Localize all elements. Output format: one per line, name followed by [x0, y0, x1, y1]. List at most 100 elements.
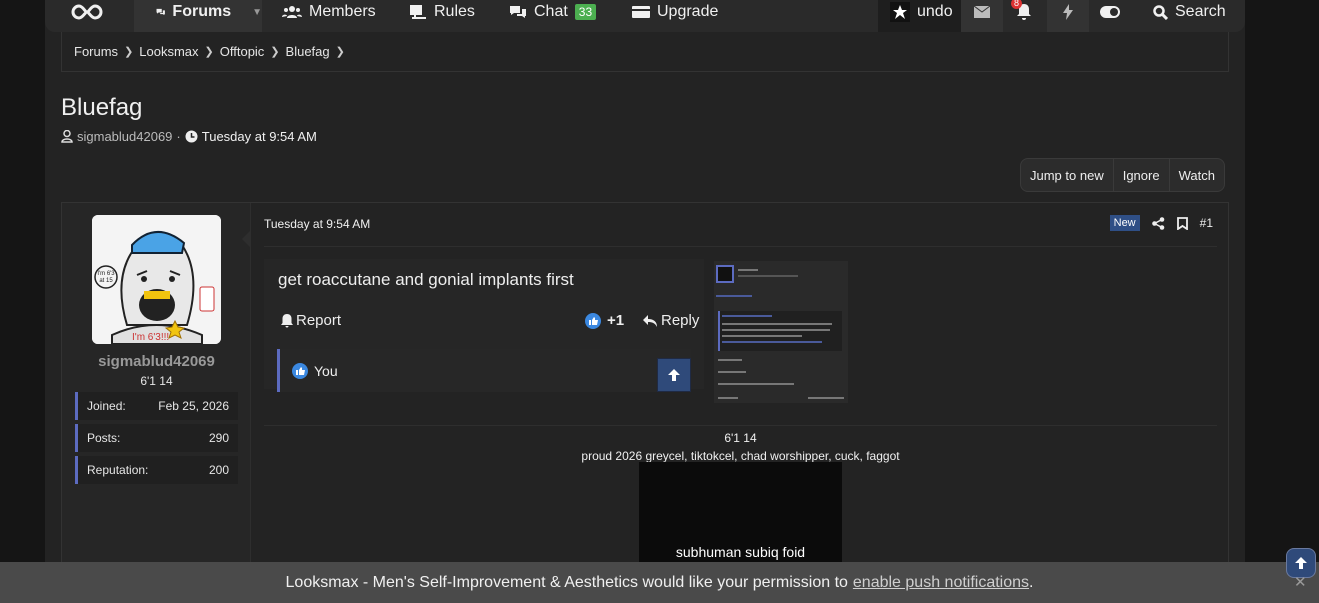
- search-icon: [1153, 4, 1168, 20]
- user-stat-posts: Posts: 290: [75, 424, 238, 452]
- avatar-bubble-text: at 15: [99, 278, 113, 284]
- theme-toggle[interactable]: [1090, 0, 1130, 32]
- post-username[interactable]: sigmablud42069: [62, 353, 251, 370]
- bookmark-icon[interactable]: [1176, 216, 1188, 230]
- post-arrow: [242, 230, 251, 248]
- watch-button[interactable]: Watch: [1168, 159, 1224, 191]
- reactions-summary[interactable]: You: [277, 349, 691, 392]
- breadcrumb-bluefag[interactable]: Bluefag ❯: [286, 44, 351, 59]
- report-button[interactable]: Report: [281, 312, 341, 329]
- toggle-icon: [1100, 6, 1120, 18]
- nav-rules[interactable]: Rules: [409, 0, 475, 32]
- signature-image-caption: subhuman subiq foid: [675, 544, 806, 560]
- nav-rules-label: Rules: [434, 3, 475, 20]
- chevron-right-icon: ❯: [124, 46, 134, 58]
- post-head-actions: New #1: [1109, 215, 1213, 231]
- breadcrumb-looksmax-label: Looksmax: [139, 44, 199, 59]
- signature-description: proud 2026 greycel, tiktokcel, chad wors…: [581, 449, 900, 463]
- enable-push-link[interactable]: enable push notifications: [853, 574, 1029, 592]
- bolt-icon: [1063, 4, 1073, 20]
- like-icon: [292, 362, 308, 379]
- nav-search-label: Search: [1175, 3, 1226, 20]
- nav-forums-label: Forums: [172, 3, 232, 20]
- nav-chat[interactable]: Chat 33: [509, 0, 597, 32]
- like-icon: [585, 312, 601, 329]
- post-date[interactable]: Tuesday at 9:54 AM: [264, 217, 1217, 231]
- breadcrumb-looksmax[interactable]: Looksmax ❯: [139, 44, 219, 59]
- nav-forums[interactable]: Forums ▼: [134, 0, 262, 32]
- breadcrumb-bluefag-label: Bluefag: [285, 44, 330, 59]
- report-label: Report: [296, 312, 342, 329]
- thread-actions: Jump to new Ignore Watch: [1020, 158, 1225, 192]
- star-icon: [893, 5, 907, 19]
- chevron-down-icon[interactable]: ▼: [252, 7, 262, 18]
- stat-value: 290: [208, 431, 229, 445]
- thread-author[interactable]: sigmablud42069: [77, 129, 172, 144]
- members-icon: [282, 6, 302, 18]
- alerts-button[interactable]: 8: [1003, 0, 1045, 32]
- avatar[interactable]: I'm 6'3 at 15 I'm 6'3!!!: [92, 215, 221, 344]
- username-label: undo: [917, 3, 953, 20]
- nav-upgrade[interactable]: Upgrade: [632, 0, 718, 32]
- post-number[interactable]: #1: [1200, 216, 1213, 230]
- stat-label: Posts:: [87, 431, 121, 445]
- post: I'm 6'3 at 15 I'm 6'3!!! sigmablud42069 …: [61, 202, 1229, 603]
- nav-chat-label: Chat: [534, 3, 568, 20]
- inbox-button[interactable]: [961, 0, 1003, 32]
- forums-icon: [156, 8, 165, 16]
- chat-count-badge: 33: [574, 4, 597, 20]
- user-icon: [61, 130, 73, 143]
- user-avatar: [890, 2, 910, 22]
- screenshot-avatar: [716, 265, 734, 283]
- ignore-button[interactable]: Ignore: [1112, 159, 1169, 191]
- new-badge: New: [1109, 215, 1140, 231]
- reacted-by: You: [314, 362, 338, 379]
- avatar-bubble-text: I'm 6'3: [97, 271, 115, 277]
- push-notification-bar: Looksmax - Men's Self-Improvement & Aest…: [0, 562, 1319, 603]
- embedded-screenshot[interactable]: [714, 261, 848, 403]
- jump-to-new-button[interactable]: Jump to new: [1021, 159, 1113, 191]
- arrow-up-icon: [1295, 557, 1307, 569]
- nav-upgrade-label: Upgrade: [657, 3, 719, 20]
- reaction-count: +1: [607, 312, 625, 329]
- avatar-image: I'm 6'3 at 15 I'm 6'3!!!: [92, 215, 221, 344]
- top-navbar: Forums ▼ Members Rules Chat 33 Upgrade u…: [45, 0, 1245, 32]
- arrow-up-icon: [668, 369, 680, 381]
- user-stat-joined: Joined: Feb 25, 2026: [75, 392, 238, 420]
- chevron-right-icon: ❯: [204, 46, 214, 58]
- upgrade-icon: [632, 6, 650, 18]
- user-menu[interactable]: undo: [878, 0, 965, 32]
- user-stat-reputation: Reputation: 200: [75, 456, 238, 484]
- screenshot-quote: [718, 311, 842, 351]
- nav-search[interactable]: Search: [1153, 0, 1226, 32]
- stat-value: Feb 25, 2026: [158, 399, 229, 413]
- thread-title: Bluefag: [61, 94, 143, 121]
- stat-label: Joined:: [87, 399, 126, 413]
- divider: [264, 246, 1217, 247]
- envelope-icon: [974, 6, 990, 18]
- site-logo[interactable]: [71, 0, 103, 32]
- reaction-button[interactable]: +1: [585, 312, 624, 329]
- whats-new-button[interactable]: [1047, 0, 1089, 32]
- thread-start-date[interactable]: Tuesday at 9:54 AM: [202, 129, 317, 144]
- share-icon[interactable]: [1151, 216, 1165, 230]
- meta-separator: ·: [176, 129, 181, 144]
- stat-label: Reputation:: [87, 463, 149, 477]
- avatar-caption-text: I'm 6'3!!!: [132, 332, 169, 343]
- close-icon[interactable]: ✕: [1294, 573, 1307, 591]
- breadcrumb-offtopic[interactable]: Offtopic ❯: [220, 44, 286, 59]
- divider: [264, 425, 1217, 426]
- rules-icon: [410, 5, 426, 19]
- nav-members[interactable]: Members: [282, 0, 376, 32]
- reply-button[interactable]: Reply: [643, 312, 699, 329]
- stat-value: 200: [208, 463, 229, 477]
- bell-icon: [281, 313, 293, 327]
- quote-expand-button[interactable]: [657, 358, 691, 392]
- breadcrumb: Forums ❯ Looksmax ❯ Offtopic ❯ Bluefag ❯: [61, 32, 1229, 72]
- post-text: get roaccutane and gonial implants first: [278, 270, 574, 289]
- user-title: 6'1 14: [140, 374, 173, 388]
- breadcrumb-forums[interactable]: Forums ❯: [74, 44, 139, 59]
- clock-icon: [185, 130, 198, 143]
- chevron-right-icon: ❯: [270, 46, 280, 58]
- push-suffix: .: [1029, 573, 1034, 591]
